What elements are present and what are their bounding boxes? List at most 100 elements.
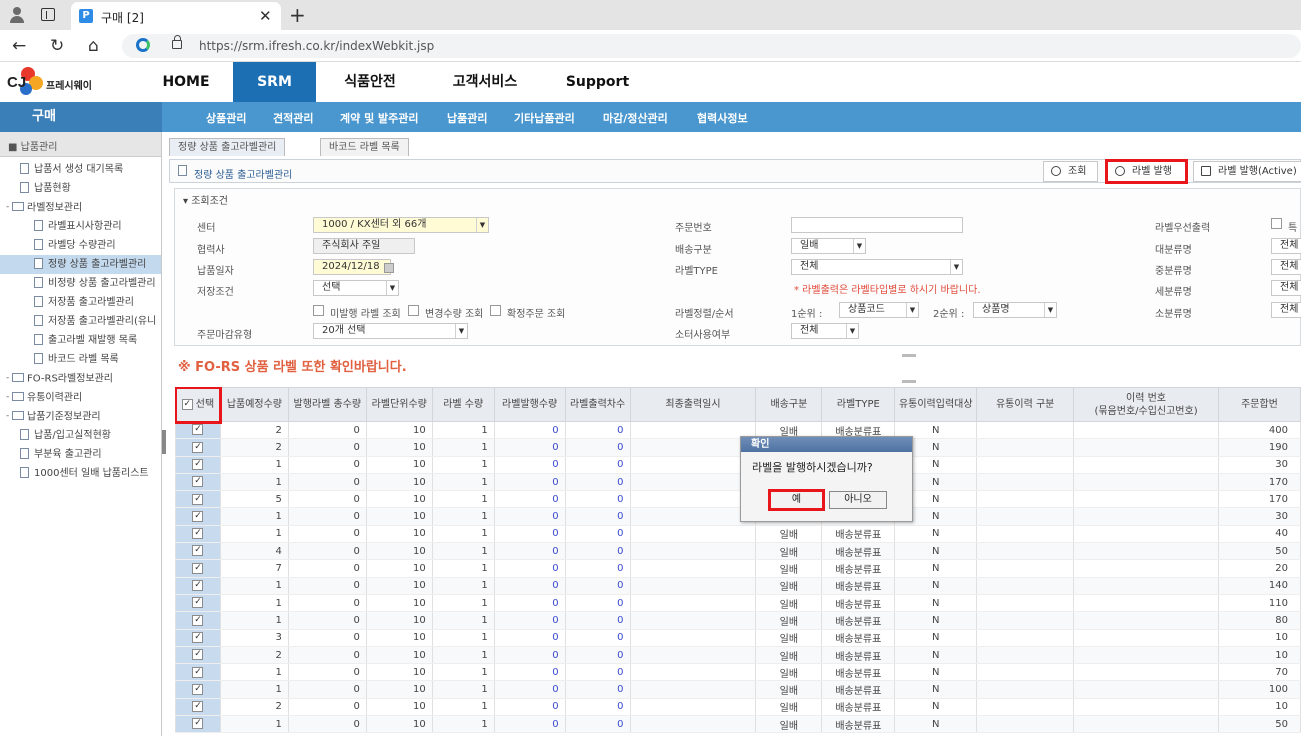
row-checkbox[interactable]: ✓ bbox=[192, 614, 204, 626]
search-button[interactable]: 조회 bbox=[1043, 161, 1098, 182]
sidebar-item[interactable]: 출고라벨 재발행 목록 bbox=[0, 331, 161, 350]
storage-select[interactable]: 선택 ▼ bbox=[313, 280, 399, 296]
nav-home[interactable]: HOME bbox=[150, 62, 222, 102]
changed-qty-checkbox[interactable] bbox=[408, 305, 419, 316]
new-tab-icon[interactable]: + bbox=[289, 3, 306, 27]
subnav-settlement[interactable]: 마감/정산관리 bbox=[603, 110, 668, 126]
nav-srm[interactable]: SRM bbox=[233, 62, 316, 102]
browser-tab[interactable]: P 구매 [2] ✕ bbox=[71, 2, 281, 30]
column-header[interactable]: 유통이력 구분 bbox=[976, 387, 1075, 422]
column-header[interactable]: 라벨TYPE bbox=[821, 387, 896, 422]
priority-print-checkbox[interactable] bbox=[1271, 218, 1282, 229]
column-header[interactable]: 라벨 수량 bbox=[431, 387, 495, 422]
issue-label-button[interactable]: 라벨 발행 bbox=[1105, 159, 1188, 184]
sidebar-item[interactable]: - FO-RS라벨정보관리 bbox=[0, 369, 161, 388]
table-row[interactable]: ✓ 1 0 10 1 0 0 일배 배송분류표 N 40 bbox=[175, 525, 1301, 544]
column-header[interactable]: 주문합번 bbox=[1217, 387, 1301, 422]
table-row[interactable]: ✓2010100일배배송분류표N190 bbox=[175, 438, 1301, 457]
subnav-partner-info[interactable]: 협력사정보 bbox=[697, 110, 748, 126]
table-row[interactable]: ✓ 1 0 10 1 0 0 일배 배송분류표 N 80 bbox=[175, 611, 1301, 630]
column-header[interactable]: 납품예정수량 bbox=[219, 387, 289, 422]
splitter-handle-2[interactable] bbox=[902, 380, 916, 383]
tab-barcode-list[interactable]: 바코드 라벨 목록 bbox=[320, 138, 409, 156]
cat-large-select[interactable]: 전체 bbox=[1271, 238, 1301, 254]
delivery-select[interactable]: 일배 ▼ bbox=[791, 238, 866, 254]
row-checkbox[interactable]: ✓ bbox=[192, 580, 204, 592]
sidebar-item[interactable]: 저장품 출고라벨관리 bbox=[0, 293, 161, 312]
subnav-other-delivery[interactable]: 기타납품관리 bbox=[514, 110, 575, 126]
row-checkbox[interactable]: ✓ bbox=[192, 441, 204, 453]
select-all-header[interactable]: ✓ 선택 bbox=[175, 387, 223, 424]
row-checkbox[interactable]: ✓ bbox=[192, 683, 204, 695]
nav-food-safety[interactable]: 식품안전 bbox=[330, 62, 410, 102]
table-row[interactable]: ✓ 1 0 10 1 0 0 일배 배송분류표 N 50 bbox=[175, 715, 1301, 734]
table-row[interactable]: ✓ 1 0 10 1 0 0 일배 배송분류표 N 110 bbox=[175, 594, 1301, 613]
sort1-select[interactable]: 상품코드 ▼ bbox=[839, 302, 919, 318]
home-icon[interactable]: ⌂ bbox=[88, 36, 99, 56]
sidebar-item[interactable]: - 납품기준정보관리 bbox=[0, 407, 161, 426]
sidebar-item[interactable]: - 라벨정보관리 bbox=[0, 198, 161, 217]
row-checkbox[interactable]: ✓ bbox=[192, 493, 204, 505]
calendar-icon[interactable] bbox=[384, 263, 394, 273]
lock-icon[interactable] bbox=[172, 35, 182, 49]
table-row[interactable]: ✓ 2 0 10 1 0 0 일배 배송분류표 N 400 bbox=[175, 421, 1301, 440]
row-checkbox[interactable]: ✓ bbox=[192, 458, 204, 470]
column-header[interactable]: 이력 번호 (묶음번호/수입신고번호) bbox=[1073, 387, 1219, 422]
table-row[interactable]: ✓ 1 0 10 1 0 0 일배 배송분류표 N 100 bbox=[175, 680, 1301, 699]
table-row[interactable]: ✓ 2 0 10 1 0 0 일배 배송분류표 N 10 bbox=[175, 698, 1301, 717]
cat-mid-select[interactable]: 전체 bbox=[1271, 259, 1301, 275]
column-header[interactable]: 최종출력일시 bbox=[629, 387, 757, 422]
order-no-input[interactable] bbox=[791, 217, 963, 233]
subnav-contract[interactable]: 계약 및 발주관리 bbox=[340, 110, 419, 126]
row-checkbox[interactable]: ✓ bbox=[192, 718, 204, 730]
sidebar-item[interactable]: 납품/입고실적현황 bbox=[0, 426, 161, 445]
column-header[interactable]: 라벨발행수량 bbox=[493, 387, 566, 422]
confirmed-order-checkbox[interactable] bbox=[490, 305, 501, 316]
splitter-handle[interactable] bbox=[902, 354, 916, 357]
cj-logo[interactable]: CJ 프레시웨이 bbox=[7, 66, 117, 98]
sidebar-item[interactable]: 비정량 상품 출고라벨관리 bbox=[0, 274, 161, 293]
sidebar-item[interactable]: 저장품 출고라벨관리(유니 bbox=[0, 312, 161, 331]
unissued-checkbox[interactable] bbox=[313, 305, 324, 316]
sidebar-item[interactable]: 납품서 생성 대기목록 bbox=[0, 160, 161, 179]
row-checkbox[interactable]: ✓ bbox=[192, 701, 204, 713]
sidebar-item[interactable]: 라벨표시사항관리 bbox=[0, 217, 161, 236]
row-checkbox[interactable]: ✓ bbox=[192, 424, 204, 436]
subnav-quote[interactable]: 견적관리 bbox=[273, 110, 313, 126]
table-row[interactable]: ✓ 2 0 10 1 0 0 일배 배송분류표 N 10 bbox=[175, 646, 1301, 665]
subnav-delivery[interactable]: 납품관리 bbox=[447, 110, 487, 126]
date-input[interactable]: 2024/12/18 bbox=[313, 259, 391, 275]
column-header[interactable]: 유통이력입력대상 bbox=[894, 387, 978, 422]
row-checkbox[interactable]: ✓ bbox=[192, 545, 204, 557]
row-checkbox[interactable]: ✓ bbox=[192, 476, 204, 488]
no-button[interactable]: 아니오 bbox=[829, 491, 887, 509]
table-row[interactable]: ✓ 3 0 10 1 0 0 일배 배송분류표 N 10 bbox=[175, 629, 1301, 647]
deadline-select[interactable]: 20개 선택 ▼ bbox=[313, 323, 468, 339]
table-row[interactable]: ✓1010100일배배송분류표N30 bbox=[175, 507, 1301, 526]
labeltype-select[interactable]: 전체 ▼ bbox=[791, 259, 963, 275]
sidebar-item[interactable]: 바코드 라벨 목록 bbox=[0, 350, 161, 369]
table-row[interactable]: ✓1010100일배배송분류표N170 bbox=[175, 473, 1301, 492]
table-row[interactable]: ✓1010100일배배송분류표N30 bbox=[175, 456, 1301, 474]
sidebar-item[interactable]: 부분육 출고관리 bbox=[0, 445, 161, 464]
sorter-select[interactable]: 전체 ▼ bbox=[791, 323, 859, 339]
row-checkbox[interactable]: ✓ bbox=[192, 510, 204, 522]
yes-button[interactable]: 예 bbox=[768, 489, 825, 511]
row-checkbox[interactable]: ✓ bbox=[192, 631, 204, 643]
profile-icon[interactable] bbox=[8, 6, 26, 24]
row-checkbox[interactable]: ✓ bbox=[192, 597, 204, 609]
sidebar-item[interactable]: 라벨당 수량관리 bbox=[0, 236, 161, 255]
nav-support[interactable]: Support bbox=[560, 62, 635, 102]
sidebar-item[interactable]: 정량 상품 출고라벨관리 bbox=[0, 255, 161, 274]
column-header[interactable]: 라벨단위수량 bbox=[365, 387, 433, 422]
issue-label-active-button[interactable]: 라벨 발행(Active) bbox=[1193, 161, 1301, 182]
cat-sub-select[interactable]: 전체 bbox=[1271, 302, 1301, 318]
url-field[interactable]: https://srm.ifresh.co.kr/indexWebkit.jsp bbox=[122, 34, 1301, 58]
nav-customer-service[interactable]: 고객서비스 bbox=[440, 62, 530, 102]
table-row[interactable]: ✓5010100일배배송분류표N170 bbox=[175, 490, 1301, 509]
column-header[interactable]: 배송구분 bbox=[755, 387, 823, 422]
subnav-product[interactable]: 상품관리 bbox=[206, 110, 246, 126]
column-header[interactable]: 발행라벨 총수량 bbox=[287, 387, 367, 422]
row-checkbox[interactable]: ✓ bbox=[192, 666, 204, 678]
center-select[interactable]: 1000 / KX센터 외 66개 ▼ bbox=[313, 217, 489, 233]
